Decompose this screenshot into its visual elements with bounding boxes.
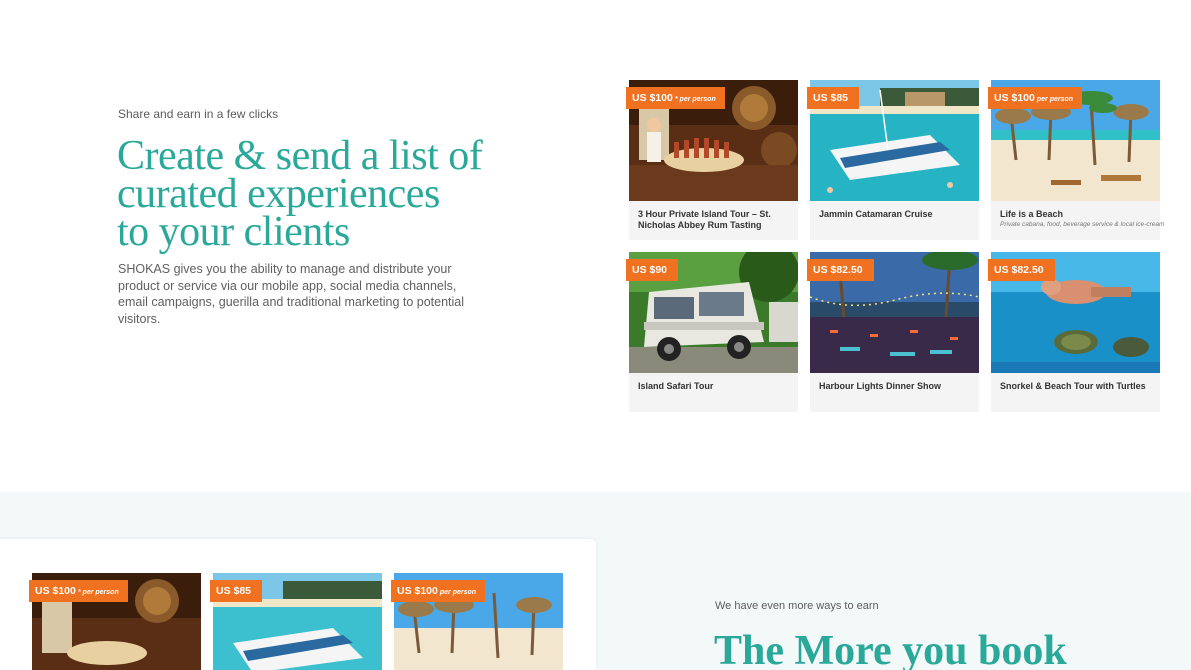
price-tag: US $82.50 [807, 259, 874, 281]
price-suffix: * per person [77, 589, 119, 596]
hero-headline-line-2: curated experiences [117, 171, 440, 217]
experience-title[interactable]: Harbour Lights Dinner Show [819, 381, 974, 392]
price-tag: US $85 [210, 580, 263, 602]
price-suffix: * per person [674, 96, 716, 103]
price-tag: US $100 * per person [626, 87, 725, 109]
price-label: US $82.50 [994, 264, 1044, 276]
price-label: US $82.50 [813, 264, 863, 276]
more-ways-headline: The More you book [714, 628, 1067, 670]
experience-title[interactable]: Island Safari Tour [638, 381, 793, 392]
experience-subtitle: Private cabana, food, beverage service &… [1000, 221, 1165, 228]
price-label: US $100 [632, 92, 673, 104]
hero-section: Share and earn in a few clicks Create & … [0, 0, 1191, 492]
experience-title[interactable]: Jammin Catamaran Cruise [819, 209, 974, 220]
experience-title[interactable]: Life is a Beach [1000, 209, 1155, 220]
experience-card[interactable]: US $82.50 Harbour Lights Dinner Show [807, 252, 979, 412]
price-label: US $100 [994, 92, 1035, 104]
hero-headline-line-1: Create & send a list of [117, 133, 483, 179]
price-label: US $90 [632, 264, 668, 276]
experience-card[interactable]: US $100 * per person 3 Hour Private Islan… [626, 80, 798, 240]
price-tag: US $90 [626, 259, 679, 281]
more-ways-eyebrow: We have even more ways to earn [715, 600, 879, 612]
experience-preview-panel: US $100 * per person US $85 US $100 per … [0, 539, 596, 670]
price-suffix: per person [1036, 96, 1074, 103]
preview-card[interactable]: US $100 per person [391, 573, 563, 670]
preview-card[interactable]: US $85 [210, 573, 382, 670]
experience-card[interactable]: US $82.50 Snorkel & Beach Tour with Turt… [988, 252, 1160, 412]
experience-card[interactable]: US $100 per person Life is a Beach Privat… [988, 80, 1165, 240]
experience-card[interactable]: US $90 Island Safari Tour [626, 252, 798, 412]
price-tag: US $100 per person [391, 580, 486, 602]
experience-title[interactable]: 3 Hour Private Island Tour – St. Nichola… [638, 209, 793, 231]
hero-description: SHOKAS gives you the ability to manage a… [118, 262, 465, 326]
price-tag: US $100 * per person [29, 580, 128, 602]
price-tag: US $85 [807, 87, 860, 109]
experience-title[interactable]: Snorkel & Beach Tour with Turtles [1000, 381, 1155, 392]
price-label: US $85 [216, 585, 252, 597]
price-label: US $100 [35, 585, 76, 597]
more-ways-section: US $100 * per person US $85 US $100 per … [0, 492, 1191, 670]
price-label: US $85 [813, 92, 849, 104]
preview-card[interactable]: US $100 * per person [29, 573, 201, 670]
hero-headline: Create & send a list of curated experien… [117, 133, 497, 255]
price-tag: US $100 per person [988, 87, 1083, 109]
price-suffix: per person [439, 589, 477, 596]
price-label: US $100 [397, 585, 438, 597]
experience-card[interactable]: US $85 Jammin Catamaran Cruise [807, 80, 979, 240]
price-tag: US $82.50 [988, 259, 1055, 281]
hero-eyebrow: Share and earn in a few clicks [118, 107, 279, 121]
hero-headline-line-3: to your clients [117, 209, 350, 255]
